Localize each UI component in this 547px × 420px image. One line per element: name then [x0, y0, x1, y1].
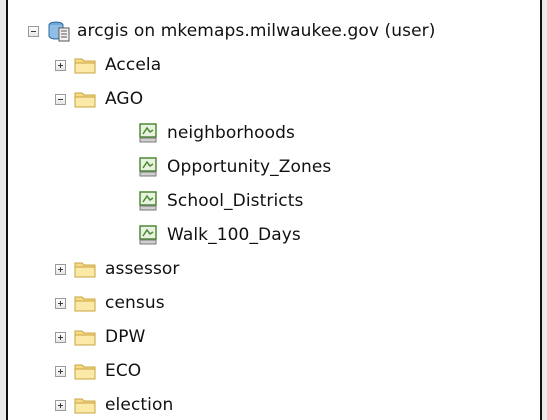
expand-toggle-icon[interactable] [55, 59, 66, 71]
feature-class-icon [139, 157, 157, 177]
folder-icon [74, 58, 96, 74]
collapse-toggle-icon[interactable] [28, 25, 39, 37]
tree-item-label[interactable]: Walk_100_Days [167, 225, 301, 245]
tree-feature-class-row[interactable]: School_Districts [139, 184, 303, 218]
catalog-tree-panel: arcgis on mkemaps.milwaukee.gov (user) A… [6, 0, 542, 420]
database-connection-icon [48, 21, 70, 42]
feature-class-icon [139, 225, 157, 245]
tree-folder-label[interactable]: assessor [105, 259, 180, 279]
tree-item-label[interactable]: neighborhoods [167, 123, 295, 143]
tree-feature-class-row[interactable]: neighborhoods [139, 116, 295, 150]
tree-feature-class-row[interactable]: Opportunity_Zones [139, 150, 331, 184]
expand-toggle-icon[interactable] [55, 297, 66, 309]
tree-item-label[interactable]: School_Districts [167, 191, 303, 211]
tree-folder-row[interactable]: DPW [55, 320, 145, 354]
tree-folder-row[interactable]: AGO [55, 82, 143, 116]
folder-icon [74, 330, 96, 346]
tree-feature-class-row[interactable]: Walk_100_Days [139, 218, 301, 252]
expand-toggle-icon[interactable] [55, 263, 66, 275]
tree-folder-row[interactable]: ECO [55, 354, 141, 388]
tree-folder-label[interactable]: DPW [105, 327, 145, 347]
tree-root-row[interactable]: arcgis on mkemaps.milwaukee.gov (user) [28, 14, 435, 48]
folder-icon [74, 262, 96, 278]
tree-folder-label[interactable]: election [105, 395, 173, 415]
tree-root-label[interactable]: arcgis on mkemaps.milwaukee.gov (user) [77, 21, 435, 41]
tree-folder-row[interactable]: assessor [55, 252, 180, 286]
tree-folder-label[interactable]: AGO [105, 89, 143, 109]
collapse-toggle-icon[interactable] [55, 93, 66, 105]
feature-class-icon [139, 191, 157, 211]
folder-icon [74, 296, 96, 312]
expand-toggle-icon[interactable] [55, 365, 66, 377]
folder-icon [74, 92, 96, 108]
feature-class-icon [139, 123, 157, 143]
tree-item-label[interactable]: Opportunity_Zones [167, 157, 331, 177]
tree-folder-label[interactable]: census [105, 293, 165, 313]
tree-folder-label[interactable]: Accela [105, 55, 161, 75]
tree-folder-row[interactable]: census [55, 286, 165, 320]
expand-toggle-icon[interactable] [55, 399, 66, 411]
folder-icon [74, 364, 96, 380]
tree-folder-row[interactable]: election [55, 388, 173, 420]
tree-folder-row[interactable]: Accela [55, 48, 161, 82]
expand-toggle-icon[interactable] [55, 331, 66, 343]
folder-icon [74, 398, 96, 414]
tree-folder-label[interactable]: ECO [105, 361, 141, 381]
